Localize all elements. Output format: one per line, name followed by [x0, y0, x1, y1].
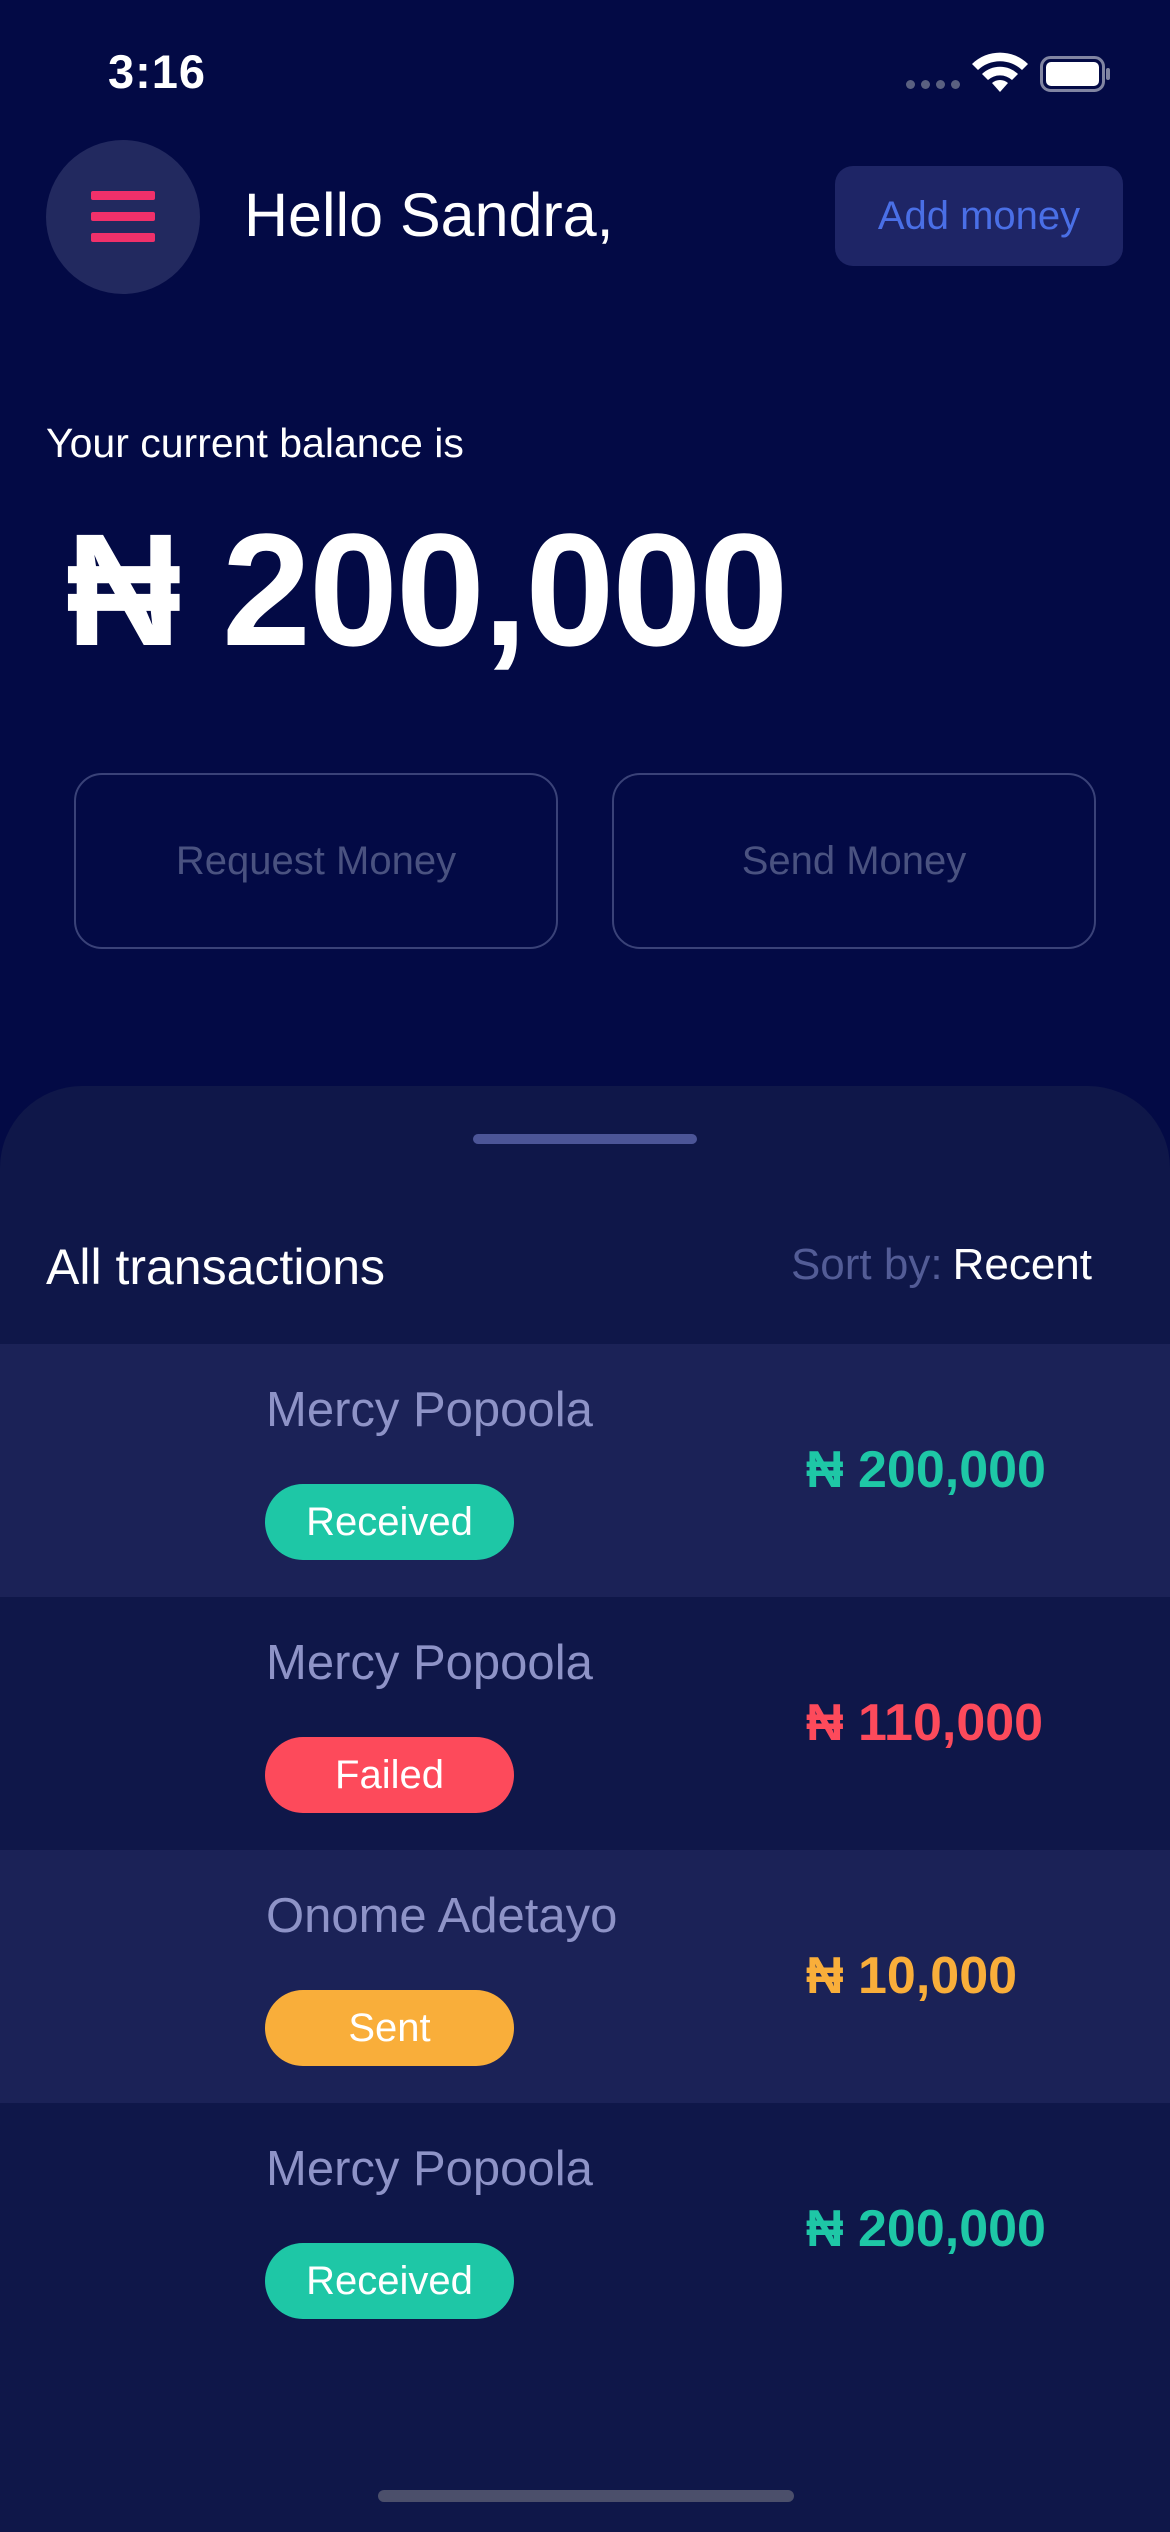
add-money-button[interactable]: Add money: [835, 166, 1123, 266]
greeting: Hello Sandra,: [244, 181, 614, 249]
transaction-list: Mercy Popoola Received ₦ 200,000 Mercy P…: [0, 1344, 1170, 2356]
send-money-button[interactable]: Send Money: [612, 773, 1096, 949]
transaction-name: Mercy Popoola: [266, 2142, 593, 2196]
transaction-name: Mercy Popoola: [266, 1383, 593, 1437]
transaction-row[interactable]: Mercy Popoola Received ₦ 200,000: [0, 2103, 1170, 2356]
balance-amount: ₦ 200,000: [66, 500, 788, 679]
wifi-icon: [972, 52, 1028, 92]
status-badge: Sent: [265, 1990, 514, 2066]
wallet-home-screen: 3:16 Hello Sandra, Add money Your curren…: [0, 0, 1170, 2532]
status-badge: Received: [265, 1484, 514, 1560]
sort-control[interactable]: Sort by: Recent: [791, 1240, 1092, 1290]
battery-icon: [1040, 56, 1110, 92]
transaction-row[interactable]: Onome Adetayo Sent ₦ 10,000: [0, 1850, 1170, 2103]
transaction-amount: ₦ 10,000: [806, 1947, 1018, 2005]
transaction-amount: ₦ 200,000: [806, 2200, 1046, 2258]
transaction-row[interactable]: Mercy Popoola Received ₦ 200,000: [0, 1344, 1170, 1597]
status-badge: Failed: [265, 1737, 514, 1813]
transactions-sheet: All transactions Sort by: Recent Mercy Po…: [0, 1086, 1170, 2532]
status-badge: Received: [265, 2243, 514, 2319]
status-time: 3:16: [108, 45, 207, 98]
menu-button[interactable]: [46, 140, 200, 294]
hamburger-menu-icon: [91, 191, 155, 242]
cellular-signal-icon: [906, 80, 960, 89]
request-money-button[interactable]: Request Money: [74, 773, 558, 949]
transaction-row[interactable]: Mercy Popoola Failed ₦ 110,000: [0, 1597, 1170, 1850]
transaction-name: Onome Adetayo: [266, 1889, 618, 1943]
balance-label: Your current balance is: [46, 420, 464, 466]
transactions-title: All transactions: [46, 1239, 386, 1295]
sort-value[interactable]: Recent: [953, 1240, 1092, 1289]
sheet-drag-handle[interactable]: [473, 1134, 697, 1144]
sort-label: Sort by:: [790, 1240, 943, 1289]
home-indicator: [378, 2490, 794, 2502]
transaction-amount: ₦ 110,000: [806, 1694, 1044, 1752]
transaction-name: Mercy Popoola: [266, 1636, 593, 1690]
transaction-amount: ₦ 200,000: [806, 1441, 1046, 1499]
status-bar: 3:16: [0, 0, 1170, 150]
